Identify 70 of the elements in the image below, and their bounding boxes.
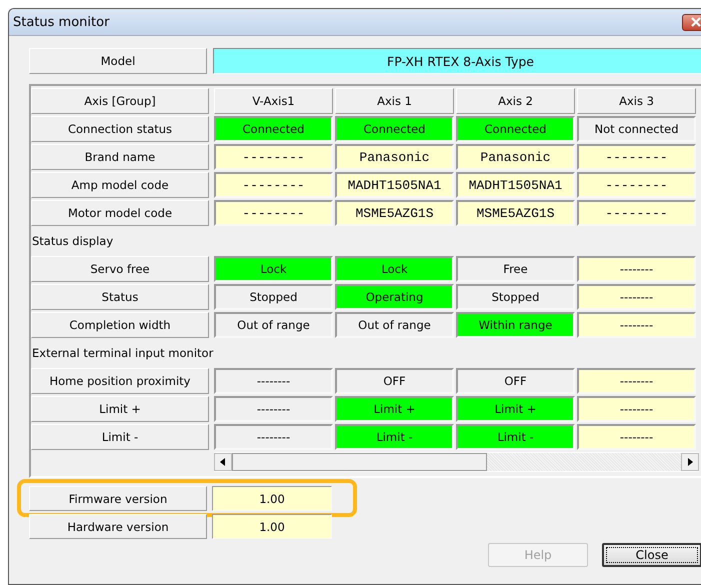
table-cell: MADHT1505NA1 xyxy=(456,172,575,198)
row-label: Brand name xyxy=(31,144,209,170)
table-cell: -------- xyxy=(214,424,333,450)
version-value: 1.00 xyxy=(212,486,332,511)
row-label: Hardware version xyxy=(29,514,207,539)
table-cell: -------- xyxy=(214,144,333,170)
row-label: Amp model code xyxy=(31,172,209,198)
table-cell: -------- xyxy=(577,368,696,394)
table-cell: Limit + xyxy=(456,396,575,422)
table-cell: -------- xyxy=(214,200,333,226)
table-cell: OFF xyxy=(335,368,454,394)
row-label: Firmware version xyxy=(29,486,207,511)
column-header: Axis 3 xyxy=(577,88,696,114)
table-cell: -------- xyxy=(577,396,696,422)
table-cell: Operating xyxy=(335,284,454,310)
table-cell: Limit - xyxy=(456,424,575,450)
table-cell: Panasonic xyxy=(335,144,454,170)
window-title: Status monitor xyxy=(13,14,110,30)
table-cell: -------- xyxy=(577,256,696,282)
table-cell: -------- xyxy=(577,284,696,310)
table-cell: Free xyxy=(456,256,575,282)
section-heading: External terminal input monitor xyxy=(31,345,214,362)
table-cell: Out of range xyxy=(335,312,454,338)
table-cell: -------- xyxy=(214,396,333,422)
model-label: Model xyxy=(29,48,207,74)
row-label: Limit - xyxy=(31,424,209,450)
column-header: V-Axis1 xyxy=(214,88,333,114)
table-cell: Limit + xyxy=(335,396,454,422)
table-cell: -------- xyxy=(214,172,333,198)
table-cell: Connected xyxy=(214,116,333,142)
table-cell: Lock xyxy=(335,256,454,282)
horizontal-scrollbar[interactable] xyxy=(214,452,699,472)
scroll-thumb[interactable] xyxy=(232,453,487,471)
table-cell: OFF xyxy=(456,368,575,394)
row-label: Servo free xyxy=(31,256,209,282)
column-header: Axis [Group] xyxy=(31,88,209,114)
table-cell: Stopped xyxy=(456,284,575,310)
table-cell: Stopped xyxy=(214,284,333,310)
table-cell: Out of range xyxy=(214,312,333,338)
model-value: FP-XH RTEX 8-Axis Type xyxy=(213,48,701,74)
table-cell: -------- xyxy=(577,172,696,198)
table-cell: Not connected xyxy=(577,116,696,142)
scroll-left-icon[interactable] xyxy=(214,453,232,471)
scroll-right-icon[interactable] xyxy=(681,453,699,471)
table-cell: -------- xyxy=(577,144,696,170)
table-cell: Panasonic xyxy=(456,144,575,170)
row-label: Status xyxy=(31,284,209,310)
section-heading: Status display xyxy=(31,233,114,250)
table-cell: MADHT1505NA1 xyxy=(335,172,454,198)
dialog-button[interactable]: Close xyxy=(602,543,701,567)
column-header: Axis 2 xyxy=(456,88,575,114)
table-cell: -------- xyxy=(577,200,696,226)
close-icon xyxy=(690,17,701,27)
table-cell: -------- xyxy=(214,368,333,394)
row-label: Connection status xyxy=(31,116,209,142)
row-label: Home position proximity xyxy=(31,368,209,394)
table-cell: Connected xyxy=(456,116,575,142)
table-cell: -------- xyxy=(577,312,696,338)
version-value: 1.00 xyxy=(212,514,332,539)
table-cell: Connected xyxy=(335,116,454,142)
table-cell: Limit - xyxy=(335,424,454,450)
row-label: Limit + xyxy=(31,396,209,422)
table-cell: MSME5AZG1S xyxy=(335,200,454,226)
table-cell: -------- xyxy=(577,424,696,450)
row-label: Completion width xyxy=(31,312,209,338)
table-cell: MSME5AZG1S xyxy=(456,200,575,226)
row-label: Motor model code xyxy=(31,200,209,226)
table-cell: Within range xyxy=(456,312,575,338)
table-cell: Lock xyxy=(214,256,333,282)
column-header: Axis 1 xyxy=(335,88,454,114)
